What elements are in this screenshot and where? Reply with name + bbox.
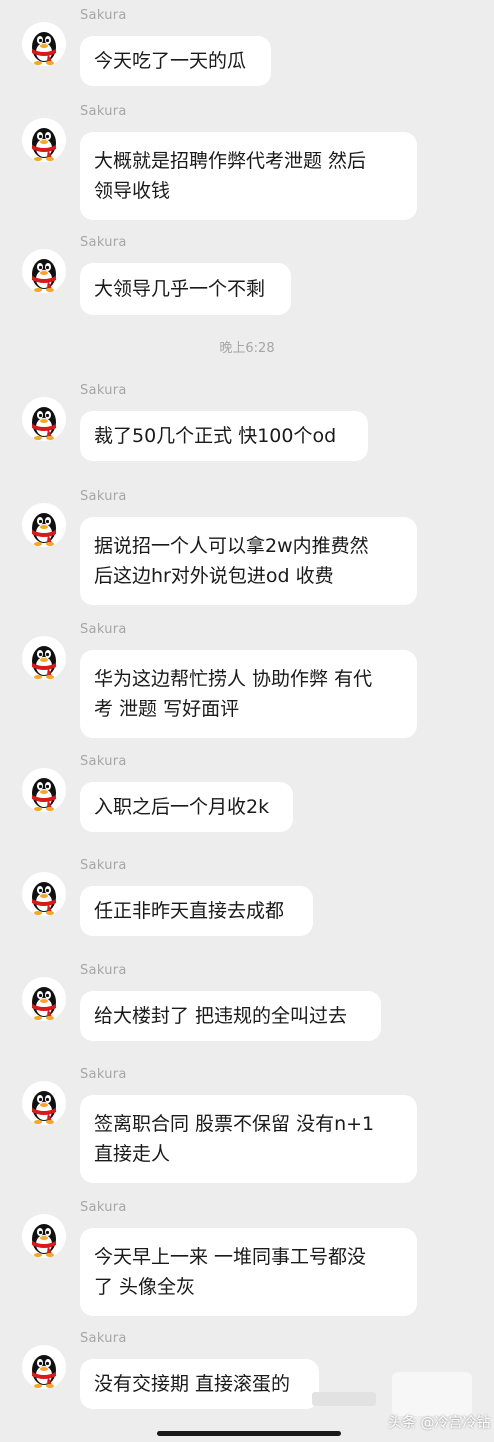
message-bubble[interactable]: 任正非昨天直接去成都 — [80, 886, 313, 936]
message-text: 今天早上一来 一堆同事工号都没 — [94, 1246, 367, 1268]
qq-penguin-icon — [22, 1081, 66, 1125]
message-text: 大领导几乎一个不剩 — [94, 278, 266, 300]
avatar[interactable] — [22, 1081, 66, 1125]
qq-penguin-icon — [22, 22, 66, 66]
blurred-label — [312, 1392, 376, 1406]
qq-penguin-icon — [22, 118, 66, 162]
watermark-text: 头条 @冷宫冷钻 — [388, 1415, 491, 1431]
qq-penguin-icon — [22, 1214, 66, 1258]
home-indicator[interactable] — [157, 1431, 341, 1436]
qq-penguin-icon — [22, 977, 66, 1021]
message-text: 大概就是招聘作弊代考泄题 然后 — [94, 150, 367, 172]
avatar[interactable] — [22, 872, 66, 916]
message-bubble[interactable]: 大概就是招聘作弊代考泄题 然后 领导收钱 — [80, 132, 417, 220]
qq-penguin-icon — [22, 872, 66, 916]
avatar[interactable] — [22, 977, 66, 1021]
sender-name: Sakura — [80, 963, 127, 978]
avatar[interactable] — [22, 503, 66, 547]
sender-name: Sakura — [80, 754, 127, 769]
sender-name: Sakura — [80, 235, 127, 250]
message-bubble[interactable]: 没有交接期 直接滚蛋的 — [80, 1359, 319, 1409]
avatar[interactable] — [22, 636, 66, 680]
message-bubble[interactable]: 今天吃了一天的瓜 — [80, 36, 271, 86]
message-text: 没有交接期 直接滚蛋的 — [94, 1373, 291, 1395]
avatar[interactable] — [22, 1214, 66, 1258]
message-text: 签离职合同 股票不保留 没有n+1 — [94, 1113, 375, 1135]
qq-penguin-icon — [22, 768, 66, 812]
message-text: 领导收钱 — [94, 180, 171, 202]
chat-view: Sakura 今天吃了一天的瓜 Sakura 大概就是招聘作弊代考泄题 然后 领… — [0, 0, 494, 1442]
avatar[interactable] — [22, 768, 66, 812]
message-text: 裁了50几个正式 快100个od — [94, 425, 337, 447]
message-text: 给大楼封了 把违规的全叫过去 — [94, 1005, 348, 1027]
sender-name: Sakura — [80, 858, 127, 873]
sender-name: Sakura — [80, 383, 127, 398]
message-bubble[interactable]: 据说招一个人可以拿2w内推费然 后这边hr对外说包进od 收费 — [80, 517, 417, 605]
qq-penguin-icon — [22, 249, 66, 293]
watermark-backdrop — [392, 1372, 472, 1416]
message-text: 后这边hr对外说包进od 收费 — [94, 565, 334, 587]
message-bubble[interactable]: 今天早上一来 一堆同事工号都没 了 头像全灰 — [80, 1228, 417, 1316]
sender-name: Sakura — [80, 104, 127, 119]
message-bubble[interactable]: 裁了50几个正式 快100个od — [80, 411, 368, 461]
message-bubble[interactable]: 给大楼封了 把违规的全叫过去 — [80, 991, 381, 1041]
chat-timestamp: 晚上6:28 — [219, 341, 275, 356]
sender-name: Sakura — [80, 1200, 127, 1215]
avatar[interactable] — [22, 1345, 66, 1389]
message-text: 了 头像全灰 — [94, 1276, 196, 1298]
qq-penguin-icon — [22, 503, 66, 547]
sender-name: Sakura — [80, 622, 127, 637]
qq-penguin-icon — [22, 397, 66, 441]
qq-penguin-icon — [22, 1345, 66, 1389]
sender-name: Sakura — [80, 8, 127, 23]
sender-name: Sakura — [80, 1331, 127, 1346]
avatar[interactable] — [22, 22, 66, 66]
message-bubble[interactable]: 签离职合同 股票不保留 没有n+1 直接走人 — [80, 1095, 417, 1183]
sender-name: Sakura — [80, 489, 127, 504]
message-text: 入职之后一个月收2k — [94, 796, 270, 818]
qq-penguin-icon — [22, 636, 66, 680]
message-text: 华为这边帮忙捞人 协助作弊 有代 — [94, 668, 373, 690]
message-text: 据说招一个人可以拿2w内推费然 — [94, 535, 369, 557]
avatar[interactable] — [22, 118, 66, 162]
avatar[interactable] — [22, 249, 66, 293]
avatar[interactable] — [22, 397, 66, 441]
message-bubble[interactable]: 华为这边帮忙捞人 协助作弊 有代 考 泄题 写好面评 — [80, 650, 417, 738]
message-bubble[interactable]: 入职之后一个月收2k — [80, 782, 293, 832]
message-text: 直接走人 — [94, 1143, 171, 1165]
message-text: 今天吃了一天的瓜 — [94, 50, 247, 72]
message-text: 任正非昨天直接去成都 — [94, 900, 285, 922]
message-text: 考 泄题 写好面评 — [94, 698, 240, 720]
sender-name: Sakura — [80, 1067, 127, 1082]
message-bubble[interactable]: 大领导几乎一个不剩 — [80, 263, 291, 315]
